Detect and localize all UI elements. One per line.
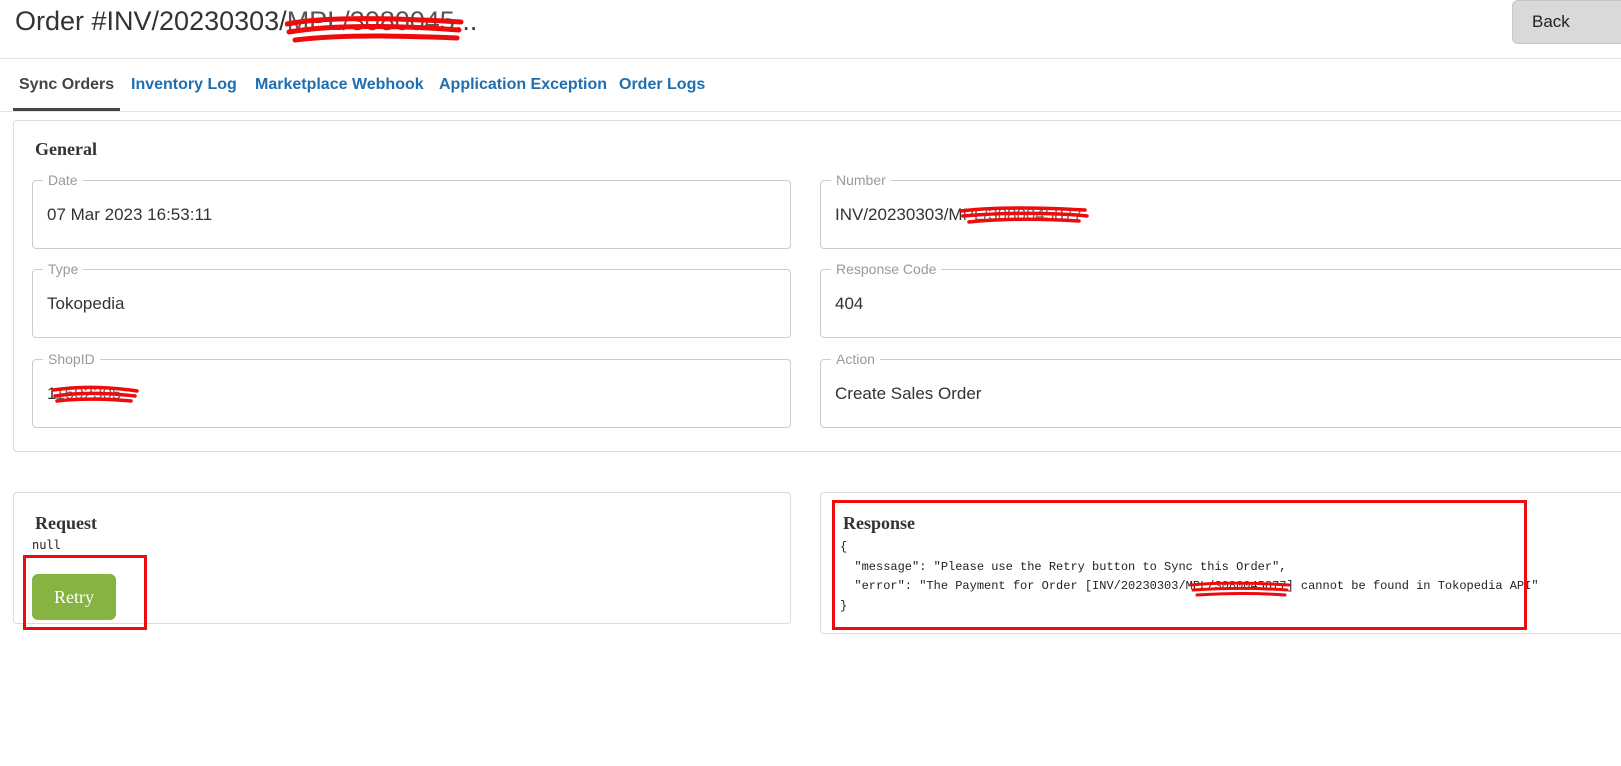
number-value-prefix: INV/20230303/M xyxy=(835,205,963,224)
type-label: Type xyxy=(43,261,84,277)
redacted-text: MPL/3080045 xyxy=(286,6,455,36)
shopid-field: ShopID 11602305 xyxy=(32,351,791,428)
shopid-value-prefix: 1 xyxy=(47,384,56,403)
tab-order-logs[interactable]: Order Logs xyxy=(619,59,705,110)
request-body: null xyxy=(32,538,61,552)
back-button[interactable]: Back xyxy=(1512,0,1621,44)
response-highlight-box xyxy=(832,500,1527,630)
response-code-label: Response Code xyxy=(831,261,942,277)
type-value: Tokopedia xyxy=(47,294,125,313)
page-title-ellipsis: ... xyxy=(454,6,478,36)
action-field: Action Create Sales Order xyxy=(820,351,1621,428)
shopid-label: ShopID xyxy=(43,351,100,367)
number-label: Number xyxy=(831,172,891,188)
tab-bar: Sync Orders Inventory Log Marketplace We… xyxy=(0,59,1621,112)
response-code-field: Response Code 404 xyxy=(820,261,1621,338)
type-field: Type Tokopedia xyxy=(32,261,791,338)
shopid-value: 11602305 xyxy=(47,384,139,404)
date-value: 07 Mar 2023 16:53:11 xyxy=(47,205,213,224)
date-label: Date xyxy=(43,172,83,188)
request-title: Request xyxy=(35,513,97,533)
tab-sync-orders[interactable]: Sync Orders xyxy=(13,59,121,111)
tab-inventory-log[interactable]: Inventory Log xyxy=(131,59,237,110)
response-code-value: 404 xyxy=(835,294,864,313)
page-title-prefix: Order #INV/20230303/ xyxy=(15,6,287,36)
number-field: Number INV/20230303/MPL/3080045877 xyxy=(820,172,1621,249)
retry-highlight-box xyxy=(23,555,147,630)
shopid-value-redacted: 1602305 xyxy=(51,384,139,403)
action-value: Create Sales Order xyxy=(835,384,982,403)
tab-marketplace-webhook[interactable]: Marketplace Webhook xyxy=(255,59,424,110)
redacted-text: PL/3080045877 xyxy=(962,205,1083,224)
tab-application-exception[interactable]: Application Exception xyxy=(439,59,607,110)
general-title: General xyxy=(35,139,97,159)
number-value-redacted: PL/3080045877 xyxy=(958,205,1089,224)
action-label: Action xyxy=(831,351,880,367)
number-value: INV/20230303/MPL/3080045877 xyxy=(835,205,1089,225)
page-header: Order #INV/20230303/MPL/3080045... Back xyxy=(0,0,1621,59)
page-title: Order #INV/20230303/MPL/3080045... xyxy=(15,6,478,43)
date-field: Date 07 Mar 2023 16:53:11 xyxy=(32,172,791,249)
redacted-text: 1602305 xyxy=(55,384,122,403)
page-title-redacted: MPL/3080045 xyxy=(284,6,464,43)
